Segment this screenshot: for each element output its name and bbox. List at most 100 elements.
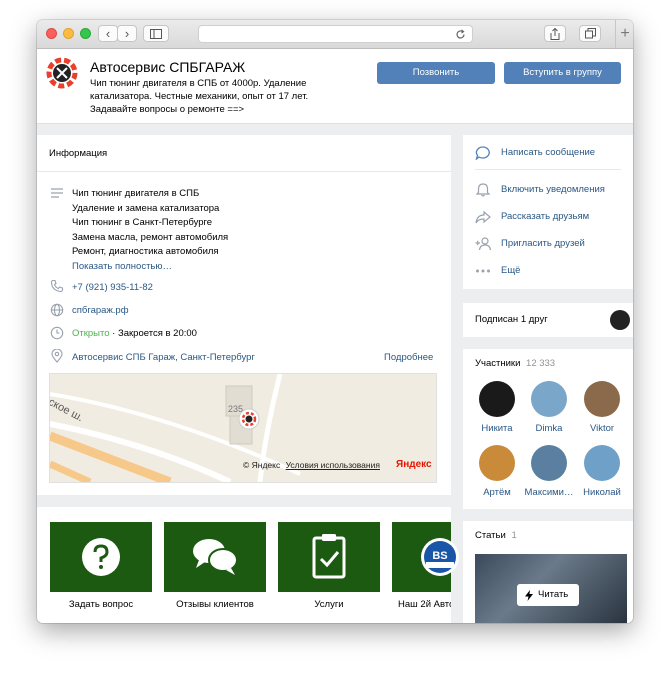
map-terms-link[interactable]: Условия использования	[286, 460, 380, 470]
bs-garage-logo-icon: BS	[421, 538, 459, 576]
reload-icon[interactable]	[455, 29, 466, 40]
browser-toolbar: ‹ › +	[37, 20, 633, 49]
members-count: 12 333	[526, 358, 556, 369]
read-article-button[interactable]: Читать	[517, 584, 579, 606]
articles-count: 1	[511, 530, 517, 541]
app-label: Задать вопрос	[68, 599, 134, 610]
tabs-button[interactable]	[579, 25, 601, 42]
member-item[interactable]: Максими…	[522, 445, 576, 498]
page-title: Автосервис СПБГАРАЖ	[90, 59, 246, 75]
more-dots-icon	[476, 269, 490, 273]
share-icon	[550, 27, 560, 40]
member-item[interactable]: Артём	[470, 445, 524, 498]
member-name: Максими…	[524, 487, 574, 498]
share-arrow-icon	[475, 210, 491, 224]
friends-subscribed[interactable]: Подписан 1 друг	[463, 303, 633, 337]
app-label: Наш 2й Автос	[398, 599, 451, 610]
zoom-window-button[interactable]	[80, 28, 91, 39]
close-time: · Закроется в 20:00	[109, 328, 197, 339]
lightning-icon	[525, 589, 533, 601]
app-tile[interactable]	[278, 522, 380, 592]
avatar	[531, 445, 567, 481]
member-item[interactable]: Никита	[470, 381, 524, 434]
action-label: Ещё	[501, 265, 521, 276]
clipboard-check-icon	[312, 534, 346, 579]
avatar[interactable]	[610, 310, 630, 330]
articles-label: Статьи	[475, 530, 506, 541]
apps-carousel: Задать вопрос Отзывы клиентов Услуги BS …	[37, 507, 459, 623]
open-status: Открыто	[72, 328, 110, 339]
tabs-icon	[584, 28, 596, 39]
description-line: Ремонт, диагностика автомобиля	[72, 246, 219, 257]
minimize-window-button[interactable]	[63, 28, 74, 39]
sidebar-toggle-button[interactable]	[143, 25, 169, 42]
map-copyright: © Яндекс	[243, 460, 281, 470]
action-label: Включить уведомления	[501, 184, 605, 195]
community-avatar[interactable]	[45, 56, 79, 90]
forward-button[interactable]: ›	[117, 25, 137, 42]
close-window-button[interactable]	[46, 28, 57, 39]
phone-icon	[50, 279, 64, 293]
app-tile[interactable]: BS	[392, 522, 459, 592]
member-name: Никита	[481, 423, 513, 434]
address-bar[interactable]	[198, 25, 473, 43]
show-more-link[interactable]: Показать полностью…	[72, 260, 228, 275]
working-hours: Открыто · Закроется в 20:00	[72, 328, 197, 339]
community-header: Автосервис СПБГАРАЖ Чип тюнинг двигателя…	[37, 49, 633, 124]
chat-bubbles-icon	[193, 539, 238, 575]
action-label: Рассказать друзьям	[501, 211, 590, 222]
share-button[interactable]	[544, 25, 566, 42]
sidebar-icon	[150, 29, 162, 39]
info-title: Информация	[49, 148, 108, 159]
address-link[interactable]: Автосервис СПБ Гараж, Санкт-Петербург	[72, 352, 255, 363]
description-line: Чип тюнинг двигателя в СПБ	[72, 188, 200, 199]
member-name: Николай	[583, 487, 621, 498]
map-attribution: © Яндекс Условия использования	[243, 460, 380, 470]
members-block: Участники 12 333 Никита Dimka Viktor Арт…	[463, 349, 633, 509]
articles-title[interactable]: Статьи 1	[475, 530, 517, 541]
member-item[interactable]: Viktor	[575, 381, 629, 434]
description-text: Чип тюнинг двигателя в СПБ Удаление и за…	[72, 187, 228, 274]
actions-menu: Написать сообщение Включить уведомления …	[463, 135, 633, 289]
description-line: Удаление и замена катализатора	[72, 202, 220, 214]
location-pin-icon	[51, 349, 63, 363]
avatar	[479, 381, 515, 417]
new-tab-button[interactable]: +	[615, 20, 633, 48]
phone-link[interactable]: +7 (921) 935-11-82	[72, 282, 153, 293]
page-content: Автосервис СПБГАРАЖ Чип тюнинг двигателя…	[37, 49, 633, 623]
community-status: Чип тюнинг двигателя в СПБ от 4000р. Уда…	[90, 78, 309, 115]
member-item[interactable]: Николай	[575, 445, 629, 498]
app-tile[interactable]	[50, 522, 152, 592]
map-marker-icon	[238, 408, 260, 430]
avatar	[531, 381, 567, 417]
globe-icon	[50, 303, 64, 317]
call-button[interactable]: Позвонить	[377, 62, 495, 84]
description-line: Замена масла, ремонт автомобиля	[72, 231, 229, 243]
clock-icon	[50, 326, 64, 340]
yandex-logo: Яндекс	[396, 459, 432, 470]
website-link[interactable]: спбгараж.рф	[72, 305, 129, 316]
divider	[475, 169, 621, 170]
add-user-icon	[475, 237, 491, 251]
description-line: Чип тюнинг в Санкт-Петербурге	[72, 217, 213, 228]
app-label: Услуги	[314, 599, 344, 610]
bell-icon	[475, 183, 491, 197]
avatar	[584, 445, 620, 481]
members-label: Участники	[475, 358, 521, 369]
address-details-link[interactable]: Подробнее	[384, 352, 433, 363]
articles-block: Статьи 1 Читать	[463, 521, 633, 623]
member-name: Viktor	[589, 423, 615, 434]
avatar	[479, 445, 515, 481]
member-name: Артём	[483, 487, 511, 498]
action-label: Написать сообщение	[501, 147, 596, 158]
app-label: Отзывы клиентов	[176, 599, 254, 610]
join-group-button[interactable]: Вступить в группу	[504, 62, 621, 84]
app-tile[interactable]	[164, 522, 266, 592]
map[interactable]: ское ш. 235 © Яндекс Условия использован…	[49, 373, 437, 483]
members-title[interactable]: Участники 12 333	[475, 358, 555, 369]
member-item[interactable]: Dimka	[522, 381, 576, 434]
article-cover[interactable]: Читать	[475, 554, 627, 623]
back-button[interactable]: ‹	[98, 25, 118, 42]
avatar	[584, 381, 620, 417]
description-icon	[51, 188, 63, 198]
